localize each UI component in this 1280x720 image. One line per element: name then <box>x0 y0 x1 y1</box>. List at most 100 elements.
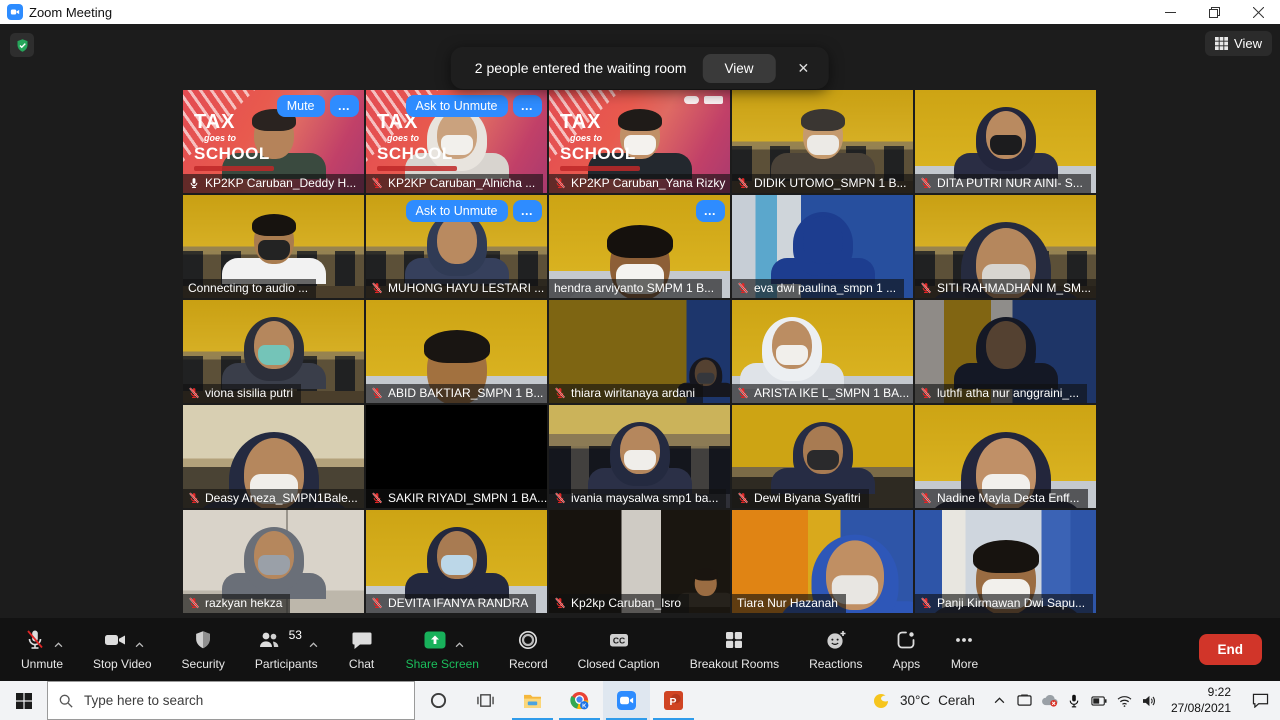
toolbar-chat-button[interactable]: Chat <box>333 628 391 671</box>
mic-status-icon <box>188 387 200 399</box>
speaker-icon[interactable] <box>1137 681 1162 720</box>
close-window-button[interactable] <box>1236 0 1280 24</box>
participant-tile[interactable]: Ask to Unmute… MUHONG HAYU LESTARI ... <box>366 195 547 298</box>
end-meeting-button[interactable]: End <box>1199 634 1263 665</box>
participant-tile[interactable]: SAKIR RIYADI_SMPN 1 BA... <box>366 405 547 508</box>
participant-tile[interactable]: thiara wiritanaya ardani <box>549 300 730 403</box>
toolbar-closed-caption-button[interactable]: CCClosed Caption <box>563 628 675 671</box>
cortana-button[interactable] <box>415 681 462 720</box>
participant-tile[interactable]: eva dwi paulina_smpn 1 ... <box>732 195 913 298</box>
participant-tile[interactable]: Deasy Aneza_SMPN1Bale... <box>183 405 364 508</box>
battery-icon[interactable] <box>1087 681 1112 720</box>
powerpoint-taskbar-icon[interactable]: P <box>650 681 697 720</box>
chevron-up-icon[interactable] <box>309 637 317 645</box>
participant-tile[interactable]: … hendra arviyanto SMPM 1 B... <box>549 195 730 298</box>
waiting-room-view-button[interactable]: View <box>702 54 775 83</box>
participant-tile[interactable]: Connecting to audio ... <box>183 195 364 298</box>
tile-more-button[interactable]: … <box>513 200 543 222</box>
chrome-taskbar-icon[interactable]: K <box>556 681 603 720</box>
meeting-toolbar: Unmute Stop Video Security53ParticipantsCh… <box>0 618 1280 681</box>
ask-to-unmute-button[interactable]: Ask to Unmute <box>406 200 508 222</box>
toolbar-record-button[interactable]: Record <box>494 628 563 671</box>
weather-widget[interactable]: 30°C Cerah <box>860 681 987 720</box>
participant-name: Panji Kirmawan Dwi Sapu... <box>937 596 1085 610</box>
chevron-up-icon[interactable] <box>455 637 463 645</box>
meeting-info-shield-icon[interactable] <box>10 33 34 57</box>
participant-tile[interactable]: ARISTA IKE L_SMPN 1 BA... <box>732 300 913 403</box>
participant-name-bar: ABID BAKTIAR_SMPN 1 B... <box>366 384 547 403</box>
toolbar-share-screen-button[interactable]: Share Screen <box>391 628 494 671</box>
toolbar-breakout-rooms-button[interactable]: Breakout Rooms <box>675 628 794 671</box>
window-titlebar: Zoom Meeting <box>0 0 1280 24</box>
toolbar-item-label: Stop Video <box>93 657 152 671</box>
toolbar-reactions-button[interactable]: Reactions <box>794 628 877 671</box>
tile-more-button[interactable]: … <box>513 95 543 117</box>
action-center-button[interactable] <box>1240 681 1280 720</box>
participant-tile[interactable]: Panji Kirmawan Dwi Sapu... <box>915 510 1096 613</box>
participant-tile[interactable]: DIDIK UTOMO_SMPN 1 B... <box>732 90 913 193</box>
chevron-up-icon[interactable] <box>135 637 143 645</box>
taskbar-clock[interactable]: 9:22 27/08/2021 <box>1162 681 1240 720</box>
toolbar-more-button[interactable]: More <box>935 628 993 671</box>
view-layout-button[interactable]: View <box>1205 31 1272 56</box>
toolbar-security-button[interactable]: Security <box>167 628 240 671</box>
participant-tile[interactable]: Tiara Nur Hazanah <box>732 510 913 613</box>
person-figure <box>585 414 695 494</box>
taskbar-search[interactable] <box>47 681 415 720</box>
file-explorer-taskbar-icon[interactable] <box>509 681 556 720</box>
hidden-icons-chevron-icon[interactable] <box>987 681 1012 720</box>
toolbar-item-label: Reactions <box>809 657 862 671</box>
participant-tile[interactable]: Nadine Mayla Desta Enff... <box>915 405 1096 508</box>
microphone-tray-icon[interactable] <box>1062 681 1087 720</box>
participant-name-bar: viona sisilia putri <box>183 384 301 403</box>
participant-tile[interactable]: Kp2kp Caruban_Isro <box>549 510 730 613</box>
cast-display-icon[interactable] <box>1012 681 1037 720</box>
onedrive-error-icon[interactable] <box>1037 681 1062 720</box>
chevron-up-icon[interactable] <box>54 637 62 645</box>
notification-close-icon[interactable]: ✕ <box>792 60 816 77</box>
screen: Zoom Meeting 2 people entered the waitin… <box>0 0 1280 720</box>
tile-more-button[interactable]: … <box>330 95 360 117</box>
person-figure <box>737 309 847 389</box>
participant-tile[interactable]: ABID BAKTIAR_SMPN 1 B... <box>366 300 547 403</box>
restore-button[interactable] <box>1192 0 1236 24</box>
mic-status-icon <box>920 597 932 609</box>
participant-tile[interactable]: luthfi atha nur anggraini_... <box>915 300 1096 403</box>
apps-icon <box>894 628 918 655</box>
toolbar-apps-button[interactable]: Apps <box>877 628 935 671</box>
participant-tile[interactable]: SITI RAHMADHANI M_SM... <box>915 195 1096 298</box>
participant-tile[interactable]: TAXgoes toSCHOOL Ask to Unmute… KP2KP Ca… <box>366 90 547 193</box>
participant-tile[interactable]: ivania maysalwa smp1 ba... <box>549 405 730 508</box>
weather-temp: 30°C <box>900 693 930 708</box>
toolbar-item-label: Apps <box>893 657 920 671</box>
notification-text: 2 people entered the waiting room <box>475 60 687 76</box>
search-input[interactable] <box>82 692 403 709</box>
participant-tile[interactable]: Dewi Biyana Syafitri <box>732 405 913 508</box>
participant-tile[interactable]: viona sisilia putri <box>183 300 364 403</box>
minimize-button[interactable] <box>1148 0 1192 24</box>
participant-tile[interactable]: DEVITA IFANYA RANDRA <box>366 510 547 613</box>
mic-status-icon <box>371 387 383 399</box>
toolbar-participants-button[interactable]: 53Participants <box>240 628 333 671</box>
participant-name-bar: DIDIK UTOMO_SMPN 1 B... <box>732 174 913 193</box>
chrome-icon: K <box>570 691 589 710</box>
start-button[interactable] <box>0 681 47 720</box>
tile-more-button[interactable]: … <box>696 200 726 222</box>
toolbar-unmute-button[interactable]: Unmute <box>6 628 78 671</box>
mute-button[interactable]: Mute <box>277 95 325 117</box>
zoom-taskbar-icon[interactable] <box>603 681 650 720</box>
participant-tile[interactable]: TAXgoes toSCHOOL KP2KP Caruban_Yana Rizk… <box>549 90 730 193</box>
virtual-bg-text: TAXgoes toSCHOOL <box>377 112 457 171</box>
participant-tile[interactable]: DITA PUTRI NUR AINI- S... <box>915 90 1096 193</box>
participant-tile[interactable]: TAXgoes toSCHOOL Mute… KP2KP Caruban_Ded… <box>183 90 364 193</box>
toolbar-stop-video-button[interactable]: Stop Video <box>78 628 167 671</box>
wifi-icon[interactable] <box>1112 681 1137 720</box>
action-center-icon <box>1252 693 1269 708</box>
task-view-button[interactable] <box>462 681 509 720</box>
video-icon <box>102 628 128 655</box>
more-icon <box>952 628 976 655</box>
view-button-label: View <box>1234 36 1262 51</box>
participant-tile[interactable]: razkyan hekza <box>183 510 364 613</box>
participant-name: DITA PUTRI NUR AINI- S... <box>937 176 1083 190</box>
ask-to-unmute-button[interactable]: Ask to Unmute <box>406 95 508 117</box>
